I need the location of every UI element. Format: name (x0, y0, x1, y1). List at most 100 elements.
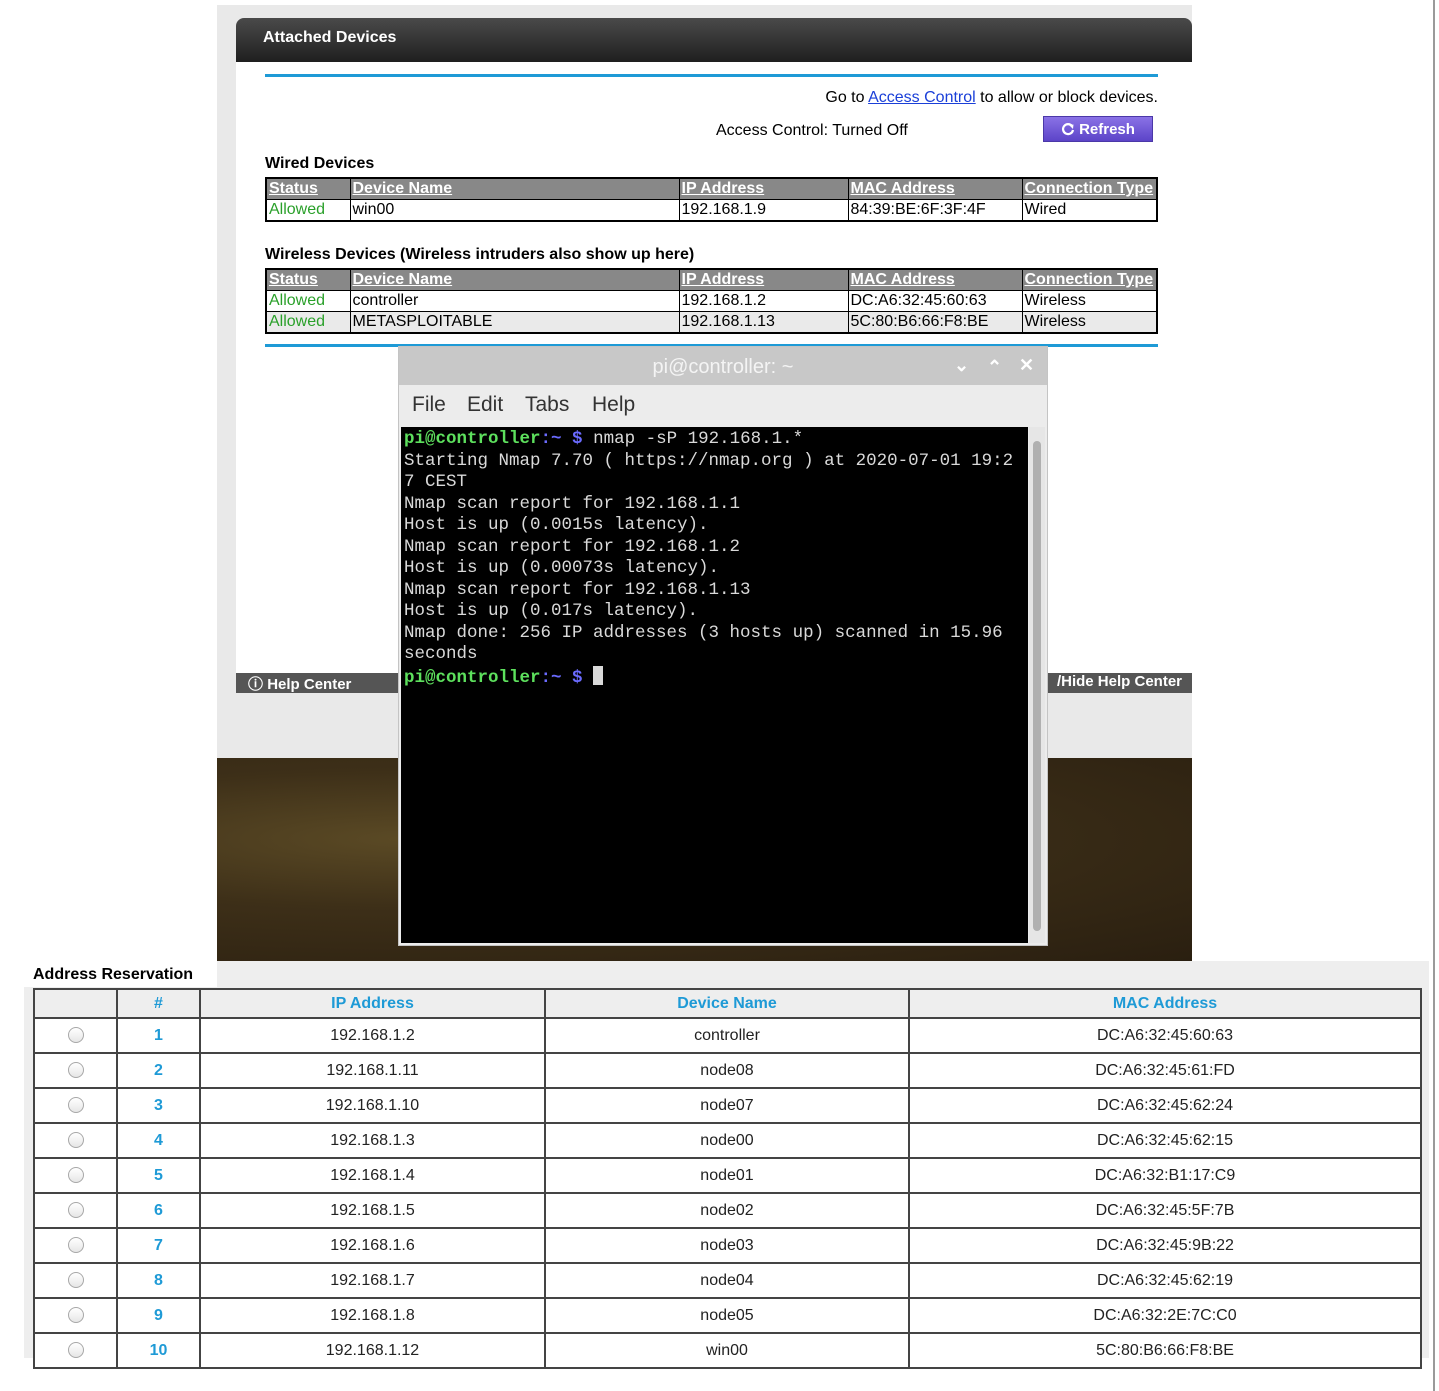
device-name-cell: win00 (349, 199, 680, 222)
help-center-button[interactable]: ⓘ Help Center (236, 673, 406, 693)
menu-tabs[interactable]: Tabs (525, 393, 569, 417)
col-mac-address[interactable]: MAC Address (847, 268, 1023, 291)
hide-help-label: /Hide Help Center (1056, 673, 1182, 690)
status-cell: Allowed (265, 290, 351, 312)
col-ip-address[interactable]: IP Address (678, 268, 849, 291)
reservation-radio[interactable] (67, 1272, 84, 1289)
select-cell (33, 1262, 118, 1299)
ip-cell: 192.168.1.8 (199, 1297, 546, 1334)
output-line: 7 CEST (404, 472, 468, 492)
reservation-rows: 1 192.168.1.2 controller DC:A6:32:45:60:63 2… (33, 1017, 1422, 1369)
command-text: nmap -sP 192.168.1.* (582, 429, 804, 449)
terminal-title: pi@controller: ~ (652, 356, 794, 378)
device-name-cell: node00 (544, 1122, 910, 1159)
ip-cell: 192.168.1.11 (199, 1052, 546, 1089)
maximize-icon[interactable]: ⌃ (987, 357, 1002, 378)
mac-cell: DC:A6:32:45:61:FD (908, 1052, 1422, 1089)
table-row: 1 192.168.1.2 controller DC:A6:32:45:60:63 (33, 1017, 1422, 1054)
output-line: Starting Nmap 7.70 ( https://nmap.org ) … (404, 450, 1014, 471)
access-suffix: to allow or block devices. (975, 89, 1158, 106)
connection-cell: Wireless (1021, 311, 1158, 334)
terminal-scrollbar[interactable] (1029, 427, 1045, 943)
ip-cell: 192.168.1.4 (199, 1157, 546, 1194)
reservation-radio[interactable] (67, 1167, 84, 1184)
terminal-titlebar[interactable]: pi@controller: ~ ⌄ ⌃ ✕ (399, 347, 1047, 385)
reservation-radio[interactable] (67, 1342, 84, 1359)
device-name-cell: controller (544, 1017, 910, 1054)
col-number: # (116, 988, 201, 1019)
col-status[interactable]: Status (265, 177, 351, 200)
device-name-cell: node02 (544, 1192, 910, 1229)
wired-devices-table: Status Device Name IP Address MAC Addres… (265, 177, 1158, 222)
ip-cell: 192.168.1.12 (199, 1332, 546, 1369)
access-control-status: Access Control: Turned Off (716, 122, 908, 139)
table-row: 8 192.168.1.7 node04 DC:A6:32:45:62:19 (33, 1262, 1422, 1299)
col-device-name[interactable]: Device Name (349, 268, 680, 291)
col-ip-address[interactable]: IP Address (678, 177, 849, 200)
refresh-button[interactable]: Refresh (1043, 116, 1153, 142)
refresh-label: Refresh (1079, 120, 1135, 138)
device-name-cell: node07 (544, 1087, 910, 1124)
terminal-menubar: File Edit Tabs Help (399, 385, 1047, 425)
mac-cell: DC:A6:32:45:62:19 (908, 1262, 1422, 1299)
reservation-radio[interactable] (67, 1237, 84, 1254)
ip-cell: 192.168.1.7 (199, 1262, 546, 1299)
scrollbar-thumb[interactable] (1033, 441, 1041, 931)
status-cell: Allowed (265, 199, 351, 222)
minimize-icon[interactable]: ⌄ (954, 355, 969, 376)
device-name-cell: node03 (544, 1227, 910, 1264)
ip-cell: 192.168.1.6 (199, 1227, 546, 1264)
access-control-link[interactable]: Access Control (868, 89, 976, 106)
help-icon: ⓘ (248, 676, 264, 693)
number-cell: 1 (116, 1017, 201, 1054)
ip-cell: 192.168.1.9 (678, 199, 849, 222)
reservation-radio[interactable] (67, 1132, 84, 1149)
connection-cell: Wired (1021, 199, 1158, 222)
reservation-radio[interactable] (67, 1307, 84, 1324)
select-cell (33, 1192, 118, 1229)
number-cell: 9 (116, 1297, 201, 1334)
menu-file[interactable]: File (412, 393, 446, 417)
menu-edit[interactable]: Edit (467, 393, 503, 417)
col-status[interactable]: Status (265, 268, 351, 291)
access-control-hint: Go to Access Control to allow or block d… (825, 89, 1158, 107)
mac-cell: DC:A6:32:B1:17:C9 (908, 1157, 1422, 1194)
number-cell: 4 (116, 1122, 201, 1159)
col-mac-address[interactable]: MAC Address (847, 177, 1023, 200)
col-connection-type[interactable]: Connection Type (1021, 268, 1158, 291)
output-line: Host is up (0.017s latency). (404, 601, 699, 621)
address-reservation-title: Address Reservation (33, 966, 194, 983)
ip-cell: 192.168.1.5 (199, 1192, 546, 1229)
select-cell (33, 1052, 118, 1089)
number-cell: 5 (116, 1157, 201, 1194)
ip-cell: 192.168.1.2 (199, 1017, 546, 1054)
reservation-table: # IP Address Device Name MAC Address 1 19… (33, 988, 1422, 1369)
table-row: Allowed METASPLOITABLE 192.168.1.13 5C:8… (265, 311, 1158, 334)
wired-devices-title: Wired Devices (265, 155, 375, 172)
ip-cell: 192.168.1.2 (678, 290, 849, 312)
table-row: 3 192.168.1.10 node07 DC:A6:32:45:62:24 (33, 1087, 1422, 1124)
col-select (33, 988, 118, 1019)
hide-help-center-button[interactable]: /Hide Help Center (1045, 673, 1192, 693)
output-line: Nmap scan report for 192.168.1.13 (404, 579, 751, 600)
reservation-radio[interactable] (67, 1062, 84, 1079)
reservation-radio[interactable] (67, 1027, 84, 1044)
menu-help[interactable]: Help (592, 393, 635, 417)
close-icon[interactable]: ✕ (1019, 355, 1034, 376)
text-cursor (593, 665, 604, 685)
col-connection-type[interactable]: Connection Type (1021, 177, 1158, 200)
status-cell: Allowed (265, 311, 351, 334)
col-ip-address: IP Address (199, 988, 546, 1019)
table-row: 5 192.168.1.4 node01 DC:A6:32:B1:17:C9 (33, 1157, 1422, 1194)
ip-cell: 192.168.1.13 (678, 311, 849, 334)
table-row: 7 192.168.1.6 node03 DC:A6:32:45:9B:22 (33, 1227, 1422, 1264)
device-name-cell: win00 (544, 1332, 910, 1369)
reservation-radio[interactable] (67, 1202, 84, 1219)
terminal-output[interactable]: pi@controller:~ $ nmap -sP 192.168.1.* St… (401, 427, 1028, 943)
device-name-cell: node04 (544, 1262, 910, 1299)
terminal-window[interactable]: pi@controller: ~ ⌄ ⌃ ✕ File Edit Tabs He… (398, 346, 1048, 946)
col-device-name[interactable]: Device Name (349, 177, 680, 200)
reservation-radio[interactable] (67, 1097, 84, 1114)
number-cell: 2 (116, 1052, 201, 1089)
select-cell (33, 1157, 118, 1194)
